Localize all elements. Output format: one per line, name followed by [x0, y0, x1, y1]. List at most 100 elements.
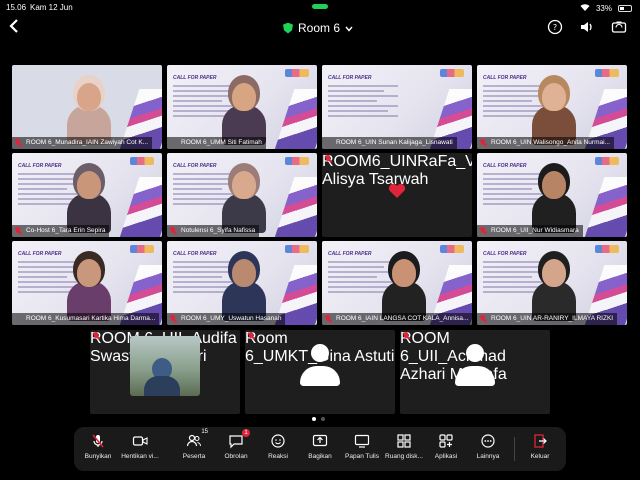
room-title-dropdown[interactable]: Room 6	[283, 21, 353, 35]
participant-name-label: ROOM 6_IAIN LANGSA COT KALA_Annisa...	[322, 313, 472, 325]
page-indicator[interactable]	[312, 417, 325, 421]
participant-name: Notulensi 6_Syifa Nafissa	[181, 227, 256, 234]
reactions-button[interactable]: Reaksi	[258, 433, 298, 467]
participant-name-label: Notulensi 6_Syifa Nafissa	[167, 225, 260, 237]
whiteboard-button[interactable]: Papan Tulis	[342, 433, 382, 467]
share-label: Bagikan	[308, 453, 332, 460]
participant-video-tile[interactable]: ROOM 6_Munadira_IAIN Zawiyah Cot K...	[12, 65, 162, 149]
participant-name: ROOM 6_UIN Sunan Kalijaga_Lisnawati	[336, 139, 453, 146]
participant-video-tile[interactable]: CALL FOR PAPER Notulensi 6_Syifa Nafissa	[167, 153, 317, 237]
participant-video-tile[interactable]: CALL FOR PAPER ROOM 6_IAIN LANGSA COT KAL…	[322, 241, 472, 325]
participant-name: ROOM 6_Kusumasari Kartika Hima Darma...	[26, 315, 156, 322]
participant-name: Co-Host 6_Tara Erin Sepira	[26, 227, 106, 234]
whiteboard-icon	[354, 433, 370, 449]
breakout-rooms-button[interactable]: Ruang disk...	[384, 433, 424, 467]
more-label: Lainnya	[476, 453, 500, 460]
participant-video-tile[interactable]: CALL FOR PAPER ROOM 6_UII_Nur Widiasmara	[477, 153, 627, 237]
participant-video	[382, 259, 426, 321]
participant-name: ROOM 6_IAIN LANGSA COT KALA_Annisa...	[336, 315, 469, 322]
participants-icon: 15	[186, 429, 208, 449]
participant-video-tile[interactable]: ROOM 6_UII_Audifa Swastriana Putri	[90, 330, 240, 414]
speaker-icon[interactable]	[578, 18, 596, 36]
participant-video	[67, 171, 111, 233]
poster-heading: CALL FOR PAPER	[328, 75, 372, 81]
participant-name-label: ROOM 6_UIN Sunan Kalijaga_Lisnawati	[322, 137, 457, 149]
chat-unread-badge: 1	[242, 429, 250, 437]
event-logo	[595, 69, 619, 77]
smiley-icon	[270, 433, 286, 449]
chevron-down-icon	[345, 21, 353, 35]
wifi-icon	[580, 3, 590, 13]
heart-reaction-icon	[388, 183, 406, 204]
whiteboard-label: Papan Tulis	[345, 453, 379, 460]
toolbar-divider	[514, 437, 515, 461]
page-dot-2[interactable]	[321, 417, 325, 421]
unmute-button[interactable]: Bunyikan	[78, 433, 118, 467]
participant-name: ROOM 6_UMY_Uswatun Hasanah	[181, 315, 282, 322]
back-chevron-icon[interactable]	[8, 17, 20, 40]
participant-name: ROOM 6_UMM Siti Fatimah	[181, 139, 262, 146]
participant-name: ROOM 6_UII_Nur Widiasmara	[491, 227, 579, 234]
meeting-toolbar: Bunyikan Hentikan vi... 15 Peserta 1 Obr…	[74, 427, 566, 471]
event-logo	[440, 69, 464, 77]
participant-video-tile[interactable]: ROOM 6_UII_Achmad Azhari Mustafa	[400, 330, 550, 414]
mic-muted-icon	[248, 332, 254, 340]
poster-decoration	[581, 177, 627, 237]
date: Kam 12 Jun	[30, 3, 73, 12]
battery-icon	[618, 4, 632, 12]
poster-heading: CALL FOR PAPER	[173, 75, 217, 81]
apps-label: Aplikasi	[434, 453, 458, 460]
participant-profile-photo	[130, 336, 200, 396]
page-dot-1[interactable]	[312, 417, 316, 421]
event-logo	[285, 245, 309, 253]
event-logo	[595, 245, 619, 253]
participant-name: ROOM 6_UIN AR-RANIRY_ILMAYA RIZKI	[491, 315, 614, 322]
participant-video-tile[interactable]: ROOM6_UINRaFa_Veny Alisya Tsarwah	[322, 153, 472, 237]
leave-button[interactable]: Keluar	[520, 433, 560, 467]
participant-video	[532, 171, 576, 233]
participant-video-tile[interactable]: CALL FOR PAPER ROOM 6_UMM Siti Fatimah	[167, 65, 317, 149]
participants-label: Peserta	[182, 453, 206, 460]
participant-video-tile[interactable]: CALL FOR PAPER ROOM 6_Kusumasari Kartika …	[12, 241, 162, 325]
participant-name-label: ROOM 6_UII_Nur Widiasmara	[477, 225, 583, 237]
mic-muted-icon	[480, 227, 486, 235]
event-logo	[440, 245, 464, 253]
poster-heading: CALL FOR PAPER	[173, 251, 217, 257]
poster-heading: CALL FOR PAPER	[483, 163, 527, 169]
poster-heading: CALL FOR PAPER	[18, 251, 62, 257]
participants-button[interactable]: 15 Peserta	[174, 429, 214, 467]
video-camera-icon	[132, 433, 148, 449]
leave-label: Keluar	[530, 453, 550, 460]
participant-video-tile[interactable]: CALL FOR PAPER Co-Host 6_Tara Erin Sepira	[12, 153, 162, 237]
status-bar: 15.06 Kam 12 Jun 33%	[0, 0, 640, 14]
participant-name-label: ROOM 6_Kusumasari Kartika Hima Darma...	[12, 313, 160, 325]
poster-heading: CALL FOR PAPER	[483, 75, 527, 81]
more-dots-icon	[480, 433, 496, 449]
participant-video-tile[interactable]: CALL FOR PAPER ROOM 6_UIN Sunan Kalijaga_…	[322, 65, 472, 149]
poster-heading: CALL FOR PAPER	[18, 163, 62, 169]
apps-icon	[438, 433, 454, 449]
event-logo	[130, 245, 154, 253]
event-logo	[595, 157, 619, 165]
poster-decoration	[271, 89, 317, 149]
event-logo	[285, 157, 309, 165]
participant-name: ROOM 6_Munadira_IAIN Zawiyah Cot K...	[26, 139, 149, 146]
apps-button[interactable]: Aplikasi	[426, 433, 466, 467]
help-icon[interactable]: ?	[546, 18, 564, 36]
participants-count: 15	[201, 429, 208, 435]
event-logo	[130, 157, 154, 165]
participant-name-label: ROOM 6_UIN AR-RANIRY_ILMAYA RIZKI	[477, 313, 618, 325]
stop-video-button[interactable]: Hentikan vi...	[120, 433, 160, 467]
participant-video-tile[interactable]: CALL FOR PAPER ROOM 6_UMY_Uswatun Hasanah	[167, 241, 317, 325]
share-button[interactable]: Bagikan	[300, 433, 340, 467]
chat-button[interactable]: 1 Obrolan	[216, 429, 256, 467]
participant-video	[67, 259, 111, 321]
participant-video-tile[interactable]: CALL FOR PAPER ROOM 6_UIN Walisongo_Anita…	[477, 65, 627, 149]
camera-in-use-indicator	[312, 4, 328, 9]
participant-video-tile[interactable]: CALL FOR PAPER ROOM 6_UIN AR-RANIRY_ILMAY…	[477, 241, 627, 325]
chat-bubble-icon: 1	[228, 429, 250, 449]
switch-camera-icon[interactable]	[610, 18, 628, 36]
participant-video-tile[interactable]: Room 6_UMKT_Gina Astuti	[245, 330, 395, 414]
more-button[interactable]: Lainnya	[468, 433, 508, 467]
default-avatar-icon	[300, 344, 340, 388]
